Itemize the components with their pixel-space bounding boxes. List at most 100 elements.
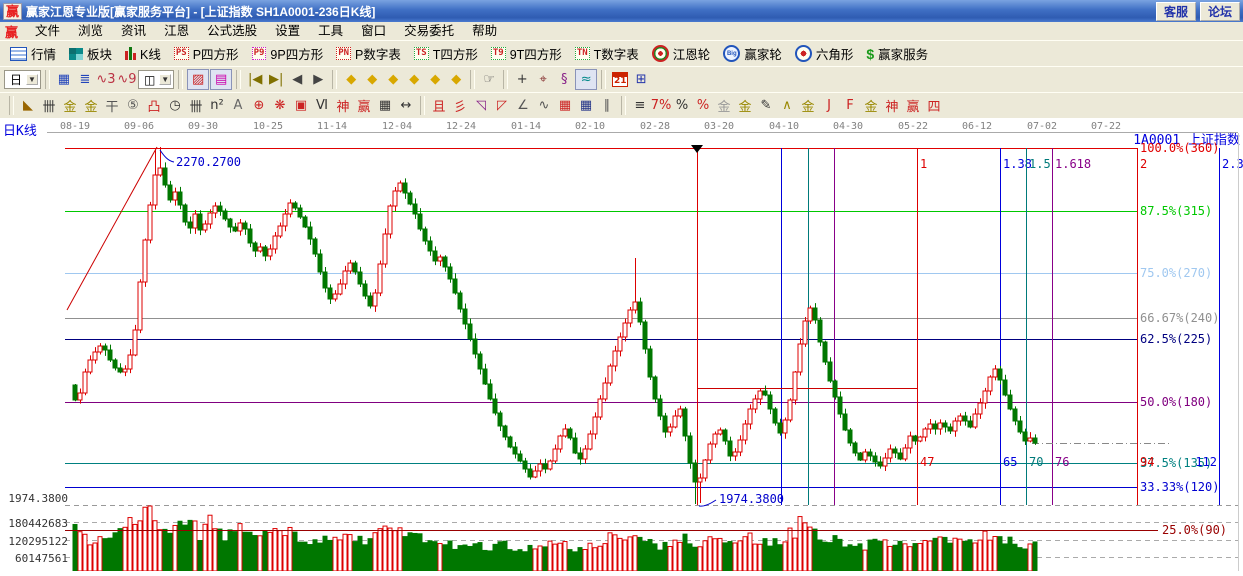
menu-item-6[interactable]: 工具 <box>309 23 352 40</box>
f-fence-tool-icon[interactable]: 干 <box>102 96 122 115</box>
crosshair-tool-icon[interactable]: + <box>512 70 532 89</box>
percent-tool-icon[interactable]: % <box>672 96 692 115</box>
menu-item-2[interactable]: 资讯 <box>112 23 155 40</box>
fan-purple-tool-icon[interactable]: ◹ <box>471 96 491 115</box>
clock-cycle-tool-icon[interactable]: ◷ <box>165 96 185 115</box>
gann-grid-icon[interactable]: ▨ <box>187 69 209 90</box>
first-page-icon[interactable]: |◀ <box>245 70 265 89</box>
gann-level-label: 50.0%(180) <box>1140 395 1212 409</box>
menu-item-5[interactable]: 设置 <box>266 23 309 40</box>
color-bars-icon[interactable]: ▤ <box>210 69 232 90</box>
ying-grid-tool-icon[interactable]: 赢 <box>354 96 374 115</box>
p-number-button[interactable]: PNP数字表 <box>331 43 406 64</box>
t9-square-button[interactable]: T99T四方形 <box>486 43 567 64</box>
percent-line-tool-icon[interactable]: % <box>693 96 713 115</box>
fan-grid-tool-icon[interactable]: ◸ <box>492 96 512 115</box>
hexagon-button-label: 六角形 <box>816 44 854 63</box>
wave9-icon[interactable]: ∿9 <box>117 70 137 89</box>
brush-line-tool-icon[interactable]: ✎ <box>756 96 776 115</box>
p-square-button[interactable]: PSP四方形 <box>169 43 244 64</box>
calendar-icon[interactable]: 21 <box>610 70 630 89</box>
five-cycle-tool-icon[interactable]: ⑤ <box>123 96 143 115</box>
ratio-label: 1.5 <box>1029 157 1051 171</box>
wave-band-tool-icon[interactable]: ≈ <box>575 69 597 90</box>
measure-tool-icon[interactable]: ⌖ <box>533 70 553 89</box>
candle-style-select[interactable]: ◫▼ <box>138 70 174 89</box>
calculator-icon[interactable]: ⊞ <box>631 70 651 89</box>
volume-bar <box>703 541 707 571</box>
hexagon-button[interactable]: 六角形 <box>790 43 859 64</box>
service-button[interactable]: 客服 <box>1156 2 1196 21</box>
info-panel-icon[interactable]: ≣ <box>75 70 95 89</box>
menu-item-7[interactable]: 窗口 <box>352 23 395 40</box>
gold-slash-tool-icon[interactable]: 金 <box>861 96 881 115</box>
menu-item-4[interactable]: 公式选股 <box>198 23 266 40</box>
compress-horizontal-icon[interactable]: ◆ <box>404 70 424 89</box>
percent-7-tool-icon[interactable]: 7% <box>651 96 671 115</box>
zigzag-tool-icon[interactable]: ∿ <box>534 96 554 115</box>
quotes-button[interactable]: 行情 <box>5 43 61 64</box>
shift-right-icon[interactable]: ◆ <box>362 70 382 89</box>
a-line-tool-icon[interactable]: A <box>228 96 248 115</box>
wave3-icon[interactable]: ∿3 <box>96 70 116 89</box>
period-select-dropdown-icon[interactable]: ▼ <box>26 74 38 85</box>
gate-frame-tool-icon[interactable]: 且 <box>429 96 449 115</box>
square-wheel-tool-icon[interactable]: ▣ <box>291 96 311 115</box>
scale-ruler-tool-icon[interactable]: ≡ <box>630 96 650 115</box>
last-page-icon[interactable]: ▶| <box>266 70 286 89</box>
shen-grid-tool-icon[interactable]: 神 <box>333 96 353 115</box>
compress-vertical-icon[interactable]: ◆ <box>446 70 466 89</box>
candle-style-select-dropdown-icon[interactable]: ▼ <box>159 74 171 85</box>
prev-bar-icon[interactable]: ◀ <box>287 70 307 89</box>
menu-item-3[interactable]: 江恩 <box>155 23 198 40</box>
forum-button[interactable]: 论坛 <box>1200 2 1240 21</box>
pencil-angle-tool-icon[interactable]: ∠ <box>513 96 533 115</box>
menu-item-8[interactable]: 交易委托 <box>395 23 463 40</box>
gann-knot-tool-icon[interactable]: § <box>554 70 574 89</box>
winner-wheel-button[interactable]: Big赢家轮 <box>718 43 787 64</box>
menu-item-9[interactable]: 帮助 <box>463 23 506 40</box>
chart-canvas[interactable]: 08-1909-0609-3010-2511-1412-0412-2401-14… <box>0 118 1243 571</box>
gold-circle-tool-icon[interactable]: 金 <box>714 96 734 115</box>
grid-red-tool-icon[interactable]: ▦ <box>555 96 575 115</box>
parallel-lines-tool-icon[interactable]: ∥ <box>597 96 617 115</box>
si-angle-tool-icon[interactable]: 四 <box>924 96 944 115</box>
winner-service-button[interactable]: $赢家服务 <box>861 43 933 64</box>
k-mark-tool-icon[interactable]: Ⅵ <box>312 96 332 115</box>
gold-line-tool-icon[interactable]: 金 <box>735 96 755 115</box>
t-square-button[interactable]: TST四方形 <box>409 43 483 64</box>
gold-angle-tool-icon[interactable]: 金 <box>798 96 818 115</box>
circle-cross-tool-icon[interactable]: ⊕ <box>249 96 269 115</box>
grid-blue-tool-icon[interactable]: ▦ <box>576 96 596 115</box>
t-number-button[interactable]: TNT数字表 <box>570 43 644 64</box>
expand-horizontal-icon[interactable]: ◆ <box>383 70 403 89</box>
ray-fan-tool-icon[interactable]: 彡 <box>450 96 470 115</box>
kline-button[interactable]: K线 <box>120 43 166 64</box>
ying-angle-tool-icon[interactable]: 赢 <box>903 96 923 115</box>
menu-item-0[interactable]: 文件 <box>26 23 69 40</box>
n-square-tool-icon[interactable]: n² <box>207 96 227 115</box>
sectors-button[interactable]: 板块 <box>64 43 117 64</box>
shift-left-icon[interactable]: ◆ <box>341 70 361 89</box>
wave-gold-tool-icon[interactable]: ∧ <box>777 96 797 115</box>
grid-123-tool-icon[interactable]: ▦ <box>375 96 395 115</box>
next-bar-icon[interactable]: ▶ <box>308 70 328 89</box>
p9-square-button[interactable]: P99P四方形 <box>247 43 329 64</box>
hand-tool-icon[interactable]: ☞ <box>479 70 499 89</box>
horn-tool-icon[interactable]: 凸 <box>144 96 164 115</box>
gann-wheel-button[interactable]: 江恩轮 <box>647 43 716 64</box>
gold-gate-tool-icon[interactable]: 金 <box>60 96 80 115</box>
star-wheel-tool-icon[interactable]: ❋ <box>270 96 290 115</box>
shen-angle-tool-icon[interactable]: 神 <box>882 96 902 115</box>
gold-gate-2-tool-icon[interactable]: 金 <box>81 96 101 115</box>
gann-fence-tool-icon[interactable]: 卌 <box>39 96 59 115</box>
menu-item-1[interactable]: 浏览 <box>69 23 112 40</box>
fence-dense-tool-icon[interactable]: 卌 <box>186 96 206 115</box>
f-angle-tool-icon[interactable]: F <box>840 96 860 115</box>
j-angle-tool-icon[interactable]: J <box>819 96 839 115</box>
h-measure-tool-icon[interactable]: ↔ <box>396 96 416 115</box>
period-select[interactable]: 日▼ <box>4 70 41 89</box>
expand-vertical-icon[interactable]: ◆ <box>425 70 445 89</box>
tile-windows-icon[interactable]: ▦ <box>54 70 74 89</box>
angle-brush-tool-icon[interactable]: ◣ <box>18 96 38 115</box>
